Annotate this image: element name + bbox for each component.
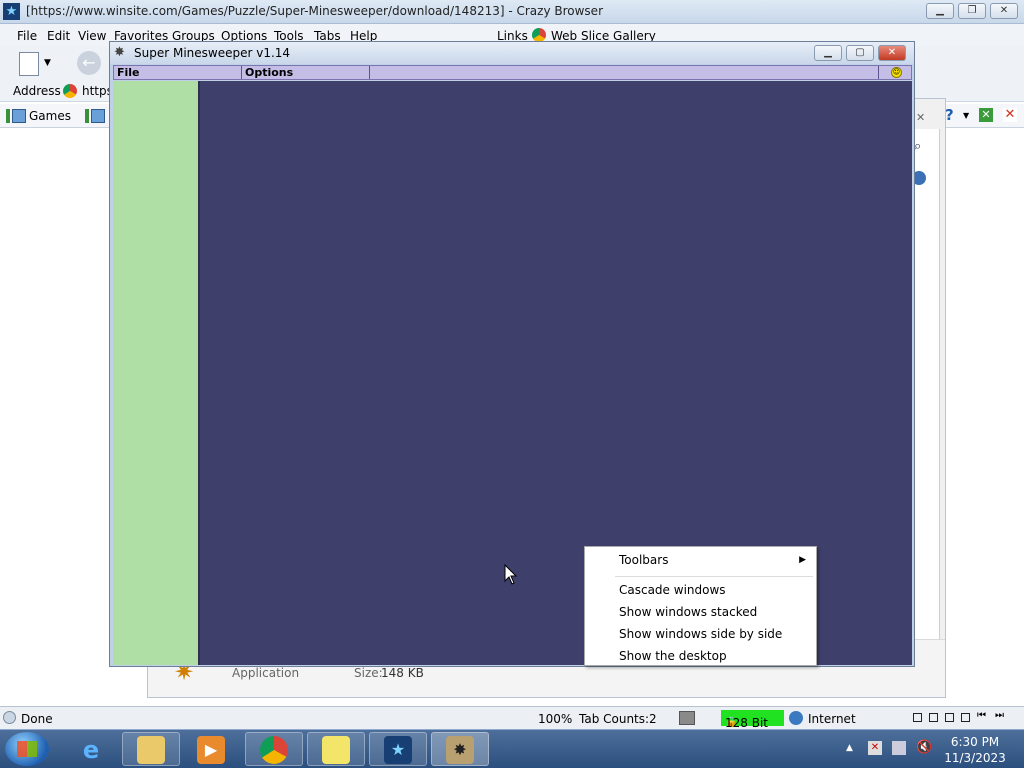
clock-date[interactable]: 11/3/2023 — [944, 751, 1006, 765]
menu-file[interactable]: File — [17, 29, 37, 43]
menu-item-toolbars[interactable]: Toolbars ▶ — [585, 549, 816, 571]
submenu-arrow-icon: ▶ — [799, 555, 806, 565]
sticky-notes-icon — [322, 736, 350, 764]
network-icon[interactable] — [892, 741, 906, 755]
size-value: 148 KB — [381, 666, 424, 680]
maximize-button[interactable]: ▢ — [846, 45, 874, 61]
smiley-icon: ☺ — [891, 67, 902, 78]
zoom-level[interactable]: 100% — [538, 712, 572, 726]
help-icon[interactable]: ? — [945, 106, 954, 124]
winsite-icon — [12, 109, 26, 123]
close-icon[interactable]: ✕ — [916, 111, 925, 124]
tab-grip-icon — [85, 109, 89, 123]
chevron-down-icon[interactable]: ▼ — [963, 111, 969, 120]
security-zone: Internet — [808, 712, 856, 726]
search-icon[interactable]: ⌕ — [914, 139, 921, 154]
action-center-icon[interactable]: ✕ — [868, 741, 882, 755]
chrome-icon — [532, 28, 546, 42]
next-tab-icon[interactable]: ⏭ — [995, 710, 1004, 721]
mine-icon: ✸ — [446, 736, 474, 764]
menu-item-label: Toolbars — [619, 553, 669, 567]
globe-icon — [789, 711, 803, 725]
restore-button[interactable]: ❐ — [958, 3, 986, 19]
minesweeper-sidebar — [113, 81, 200, 665]
menu-separator — [615, 576, 813, 577]
taskbar-sticky-notes[interactable] — [307, 732, 365, 766]
new-page-icon[interactable] — [19, 52, 39, 76]
minesweeper-titlebar: ✸ Super Minesweeper v1.14 ▁ ▢ ✕ — [110, 42, 914, 64]
folder-icon — [137, 736, 165, 764]
taskbar-super-minesweeper[interactable]: ✸ — [431, 732, 489, 766]
back-icon[interactable]: ← — [77, 51, 101, 75]
taskbar-context-menu: Toolbars ▶ Cascade windows Show windows … — [584, 546, 817, 666]
internet-explorer-icon: e — [82, 736, 100, 764]
browser-titlebar: ★ [https://www.winsite.com/Games/Puzzle/… — [0, 0, 1024, 24]
tab-counts: Tab Counts:2 — [579, 712, 657, 726]
layout-tile-icon[interactable] — [945, 713, 954, 722]
size-label: Size: — [354, 666, 383, 680]
menu-item-cascade-windows[interactable]: Cascade windows — [585, 579, 816, 601]
prev-tab-icon[interactable]: ⏮ — [977, 710, 986, 721]
taskbar: e ▶ ★ ✸ ▲ ✕ 🔇 — [0, 729, 1024, 768]
taskbar-crazy-browser[interactable]: ★ — [369, 732, 427, 766]
mouse-cursor-icon — [504, 564, 518, 585]
close-tab-icon[interactable]: ✕ — [1003, 108, 1017, 122]
new-tab-icon[interactable]: ✕ — [979, 108, 993, 122]
printer-icon[interactable] — [679, 711, 695, 725]
minesweeper-title: Super Minesweeper v1.14 — [134, 46, 291, 60]
menu-item-show-stacked[interactable]: Show windows stacked — [585, 601, 816, 623]
menu-edit[interactable]: Edit — [47, 29, 70, 43]
status-bar: Done 100% Tab Counts:2 🔒 128 Bit Interne… — [0, 706, 1024, 730]
mine-icon: ✸ — [114, 45, 125, 60]
menu-item-show-desktop[interactable]: Show the desktop — [585, 645, 816, 665]
browser-window-title: [https://www.winsite.com/Games/Puzzle/Su… — [26, 4, 604, 18]
encryption-badge: 🔒 128 Bit — [721, 710, 784, 730]
close-button[interactable]: ✕ — [990, 3, 1018, 19]
taskbar-file-explorer[interactable] — [122, 732, 180, 766]
clock-time[interactable]: 6:30 PM — [948, 735, 1002, 749]
layout-single-icon[interactable] — [913, 713, 922, 722]
tab-grip-icon — [6, 109, 10, 123]
layout-side-icon[interactable] — [961, 713, 970, 722]
menu-view[interactable]: View — [78, 29, 106, 43]
start-button[interactable] — [5, 732, 49, 766]
layout-cascade-icon[interactable] — [929, 713, 938, 722]
windows-logo-icon — [17, 741, 37, 757]
status-text: Done — [21, 712, 53, 726]
chrome-icon — [260, 736, 288, 764]
crazy-browser-icon: ★ — [3, 3, 20, 20]
chevron-down-icon[interactable]: ▼ — [44, 58, 51, 68]
page-status-icon — [3, 711, 16, 724]
ms-menu-file[interactable]: File — [114, 66, 242, 79]
ms-menu-options[interactable]: Options — [242, 66, 370, 79]
taskbar-internet-explorer[interactable]: e — [62, 732, 120, 766]
tab-games[interactable]: Games — [29, 109, 71, 123]
taskbar-media-player[interactable]: ▶ — [182, 732, 240, 766]
new-game-button[interactable]: ☺ — [878, 66, 912, 79]
show-hidden-icons-icon[interactable]: ▲ — [846, 743, 853, 753]
volume-muted-icon[interactable]: 🔇 — [916, 740, 932, 755]
chrome-icon — [63, 84, 77, 98]
menu-item-side-by-side[interactable]: Show windows side by side — [585, 623, 816, 645]
close-button[interactable]: ✕ — [878, 45, 906, 61]
minimize-button[interactable]: ▁ — [926, 3, 954, 19]
crazy-browser-icon: ★ — [384, 736, 412, 764]
minimize-button[interactable]: ▁ — [814, 45, 842, 61]
taskbar-chrome[interactable] — [245, 732, 303, 766]
file-type: Application — [232, 666, 300, 680]
winsite-icon — [91, 109, 105, 123]
media-player-icon: ▶ — [197, 736, 225, 764]
minesweeper-menubar: File Options ☺ — [113, 65, 912, 80]
address-label: Address — [13, 84, 61, 98]
